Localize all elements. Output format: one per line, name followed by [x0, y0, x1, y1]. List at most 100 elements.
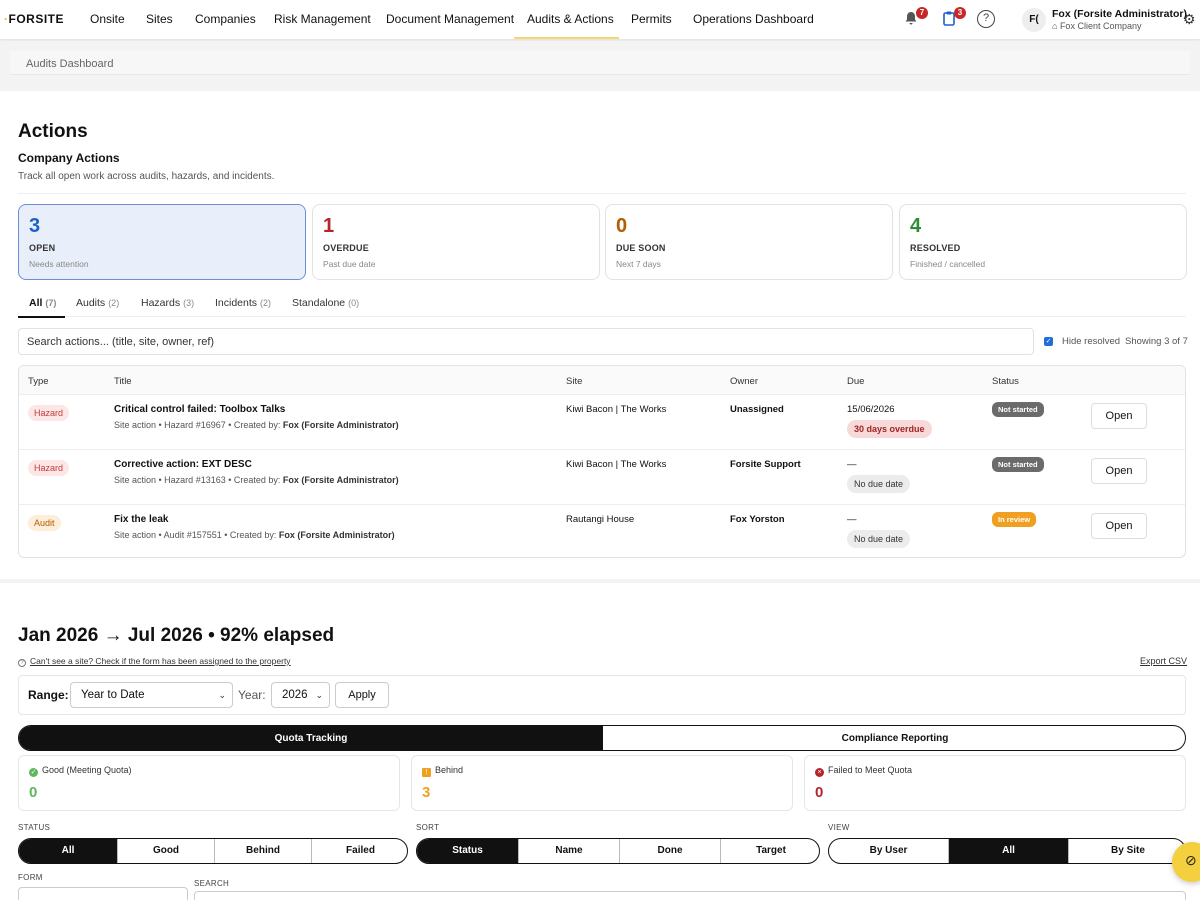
nav-operations-dashboard[interactable]: Operations Dashboard — [693, 12, 814, 26]
action-owner: Unassigned — [730, 404, 784, 415]
quota-card-behind[interactable]: ! Behind 3 — [411, 755, 793, 811]
view-filter: By User All By Site — [828, 838, 1186, 864]
table-row[interactable]: Hazard Corrective action: EXT DESC Site … — [19, 450, 1185, 505]
section-title: Company Actions — [18, 151, 120, 165]
nav-risk-management[interactable]: Risk Management — [274, 12, 371, 26]
action-title[interactable]: Critical control failed: Toolbox Talks — [114, 404, 285, 415]
status-option-all[interactable]: All — [19, 839, 117, 863]
actions-panel: Actions Company Actions Track all open w… — [0, 91, 1200, 579]
column-header[interactable]: Owner — [730, 376, 758, 387]
status-option-good[interactable]: Good — [117, 839, 214, 863]
no-due-date-badge: No due date — [847, 475, 911, 493]
section-description: Track all open work across audits, hazar… — [18, 171, 275, 182]
check-circle-icon: ✓ — [29, 768, 38, 777]
action-type-tabs: All (7) Audits (2) Hazards (3) Incidents (2)… — [18, 291, 1186, 318]
column-header[interactable]: Title — [114, 376, 132, 387]
sort-filter: Status Name Done Target — [416, 838, 820, 864]
hide-resolved-label[interactable]: Hide resolved — [1062, 336, 1120, 347]
tab-standalone[interactable]: Standalone (0) — [292, 297, 359, 309]
tab-audits[interactable]: Audits (2) — [76, 297, 119, 309]
avatar[interactable]: F( — [1022, 8, 1046, 32]
quota-card-label: × Failed to Meet Quota — [815, 765, 912, 777]
stat-card-resolved[interactable]: 4 RESOLVED Finished / cancelled — [899, 204, 1187, 280]
table-row[interactable]: Audit Fix the leak Site action • Audit #… — [19, 505, 1185, 557]
form-filter-label: FORM — [18, 873, 43, 882]
column-header[interactable]: Type — [28, 376, 49, 387]
range-label: Range: — [28, 688, 69, 702]
status-badge: Not started — [992, 457, 1044, 472]
action-title[interactable]: Corrective action: EXT DESC — [114, 459, 252, 470]
sort-option-status[interactable]: Status — [417, 839, 518, 863]
sort-option-name[interactable]: Name — [518, 839, 619, 863]
report-mode-toggle: Quota Tracking Compliance Reporting — [18, 725, 1186, 751]
tab-hazards[interactable]: Hazards (3) — [141, 297, 194, 309]
stat-label: RESOLVED — [910, 243, 961, 253]
quota-card-value: 3 — [422, 784, 431, 801]
x-circle-icon: × — [815, 768, 824, 777]
view-option-by-site[interactable]: By Site — [1068, 839, 1185, 863]
tab-incidents[interactable]: Incidents (2) — [215, 297, 271, 309]
user-company: ⌂ Fox Client Company — [1052, 21, 1142, 31]
sort-option-done[interactable]: Done — [619, 839, 720, 863]
tab-compliance-reporting[interactable]: Compliance Reporting — [603, 726, 1185, 750]
column-header[interactable]: Site — [566, 376, 582, 387]
notification-badge: 7 — [916, 7, 928, 19]
status-option-behind[interactable]: Behind — [214, 839, 311, 863]
column-header[interactable]: Due — [847, 376, 864, 387]
bell-icon[interactable]: 7 — [903, 7, 928, 28]
action-site: Kiwi Bacon | The Works — [566, 404, 667, 415]
nav-companies[interactable]: Companies — [195, 12, 256, 26]
clipboard-icon[interactable]: 3 — [941, 7, 966, 28]
user-name[interactable]: Fox (Forsite Administrator) — [1052, 8, 1187, 20]
status-badge: In review — [992, 512, 1037, 527]
breadcrumb[interactable]: Audits Dashboard — [26, 58, 113, 70]
nav-audits-actions[interactable]: Audits & Actions — [527, 12, 614, 26]
apply-button[interactable]: Apply — [335, 682, 389, 708]
column-header[interactable]: Status — [992, 376, 1019, 387]
forsite-logo[interactable]: ·FORSITE — [4, 12, 64, 26]
table-row[interactable]: Hazard Critical control failed: Toolbox … — [19, 395, 1185, 450]
action-title[interactable]: Fix the leak — [114, 514, 168, 525]
stat-card-overdue[interactable]: 1 OVERDUE Past due date — [312, 204, 600, 280]
status-filter: All Good Behind Failed — [18, 838, 408, 864]
nav-onsite[interactable]: Onsite — [90, 12, 125, 26]
page-title: Actions — [18, 121, 88, 142]
status-option-failed[interactable]: Failed — [311, 839, 407, 863]
tab-quota-tracking[interactable]: Quota Tracking — [19, 726, 603, 750]
view-option-all[interactable]: All — [948, 839, 1068, 863]
stat-value: 3 — [29, 215, 41, 237]
stat-label: DUE SOON — [616, 243, 666, 253]
showing-count: Showing 3 of 7 — [1125, 336, 1188, 347]
search-actions-input[interactable]: Search actions... (title, site, owner, r… — [18, 328, 1034, 355]
table-header: Type Title Site Owner Due Status — [19, 366, 1185, 395]
range-select[interactable]: Year to Date ⌄ — [70, 682, 233, 708]
nav-document-management[interactable]: Document Management — [386, 12, 514, 26]
help-icon[interactable]: ? — [977, 10, 995, 28]
open-button[interactable]: Open — [1091, 513, 1147, 539]
view-option-by-user[interactable]: By User — [829, 839, 948, 863]
year-select[interactable]: 2026 ⌄ — [271, 682, 330, 708]
stat-card-due-soon[interactable]: 0 DUE SOON Next 7 days — [605, 204, 893, 280]
quota-card-good[interactable]: ✓ Good (Meeting Quota) 0 — [18, 755, 400, 811]
sort-option-target[interactable]: Target — [720, 839, 819, 863]
open-button[interactable]: Open — [1091, 458, 1147, 484]
export-csv-link[interactable]: Export CSV — [1140, 656, 1187, 666]
quota-search-input[interactable] — [194, 891, 1186, 900]
gear-icon[interactable]: ⚙ — [1183, 11, 1196, 28]
type-badge: Audit — [28, 515, 61, 531]
chevron-down-icon: ⌄ — [218, 690, 226, 700]
action-owner: Forsite Support — [730, 459, 801, 470]
quota-card-value: 0 — [29, 784, 38, 801]
stat-value: 4 — [910, 215, 922, 237]
open-button[interactable]: Open — [1091, 403, 1147, 429]
quota-card-failed[interactable]: × Failed to Meet Quota 0 — [804, 755, 1186, 811]
hide-resolved-checkbox[interactable]: ✓ — [1044, 337, 1053, 346]
top-navbar: ·FORSITE Onsite Sites Companies Risk Man… — [0, 0, 1200, 40]
form-select[interactable] — [18, 887, 188, 900]
nav-sites[interactable]: Sites — [146, 12, 173, 26]
nav-permits[interactable]: Permits — [631, 12, 672, 26]
stat-card-open[interactable]: 3 OPEN Needs attention — [18, 204, 306, 280]
tab-all[interactable]: All (7) — [29, 297, 56, 309]
sort-filter-label: SORT — [416, 823, 440, 832]
missing-site-help-link[interactable]: ? Can't see a site? Check if the form has… — [18, 656, 291, 667]
